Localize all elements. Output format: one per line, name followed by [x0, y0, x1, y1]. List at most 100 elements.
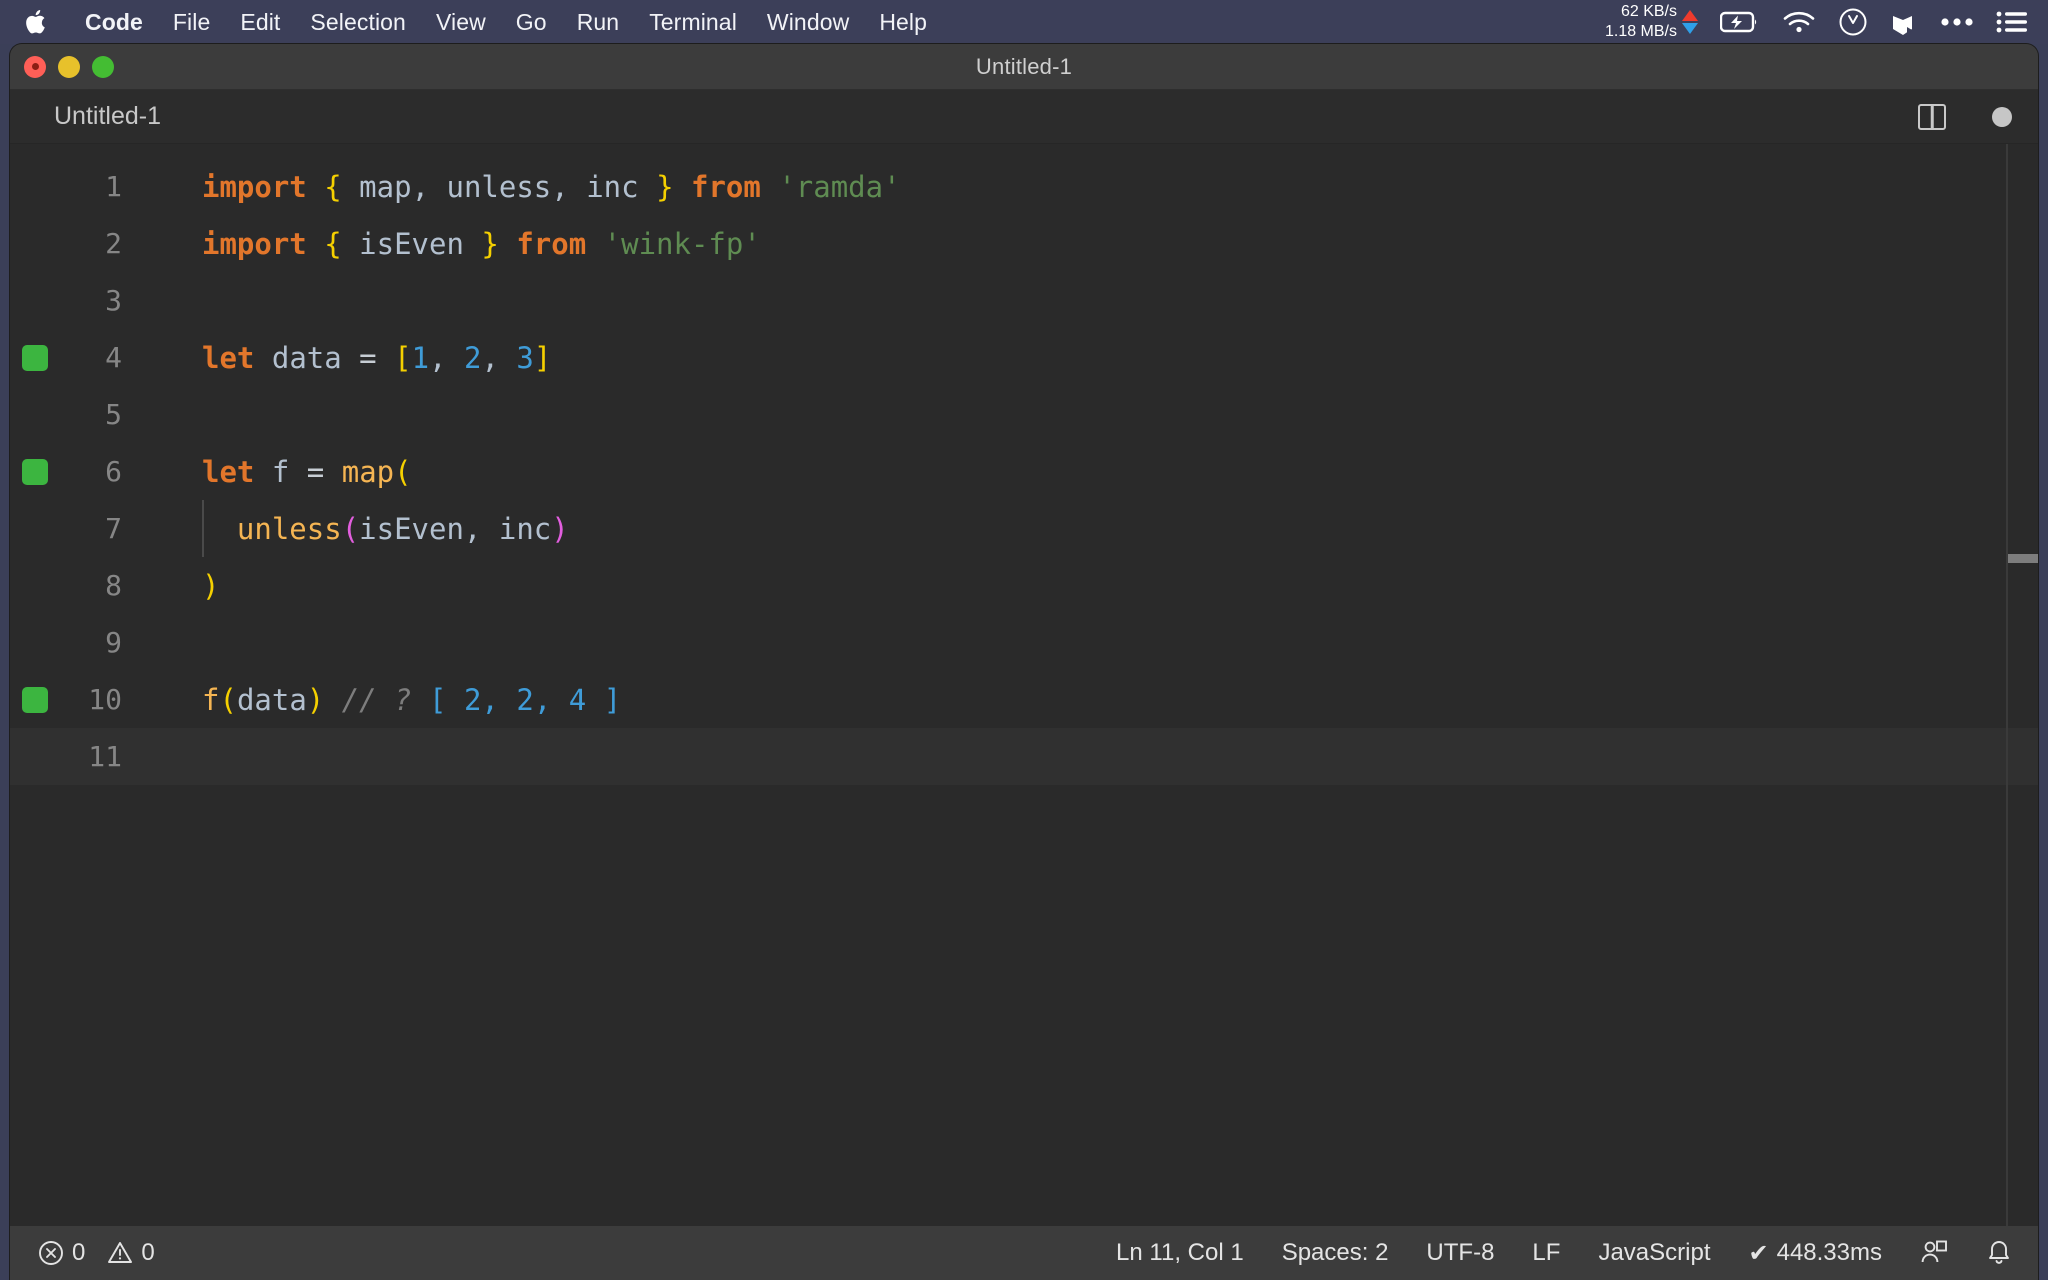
- eol-setting[interactable]: LF: [1532, 1239, 1560, 1267]
- editor-line-6[interactable]: 6 let f = map(: [10, 443, 2038, 500]
- token: 1: [411, 340, 430, 375]
- warning-icon: [108, 1242, 133, 1263]
- line-number: 1: [105, 170, 122, 203]
- error-count[interactable]: 0: [38, 1239, 85, 1267]
- live-run-marker-icon[interactable]: [22, 458, 48, 485]
- code-text[interactable]: import { isEven } from 'wink-fp': [146, 227, 2038, 261]
- token: (: [394, 454, 412, 489]
- network-speed-indicator[interactable]: 62 KB/s 1.18 MB/s: [1605, 2, 1698, 41]
- live-run-marker-icon[interactable]: [22, 344, 48, 371]
- token: from: [691, 169, 761, 204]
- menu-item-terminal[interactable]: Terminal: [634, 10, 752, 34]
- close-button[interactable]: [24, 55, 46, 78]
- editor-scrollbar-thumb[interactable]: [2008, 554, 2038, 563]
- menu-item-run[interactable]: Run: [562, 10, 635, 34]
- editor-line-11[interactable]: 11: [10, 728, 2038, 785]
- macos-menu-bar: Code File Edit Selection View Go Run Ter…: [0, 0, 2048, 44]
- menu-item-view[interactable]: View: [421, 10, 501, 34]
- editor-line-3[interactable]: 3: [10, 272, 2038, 329]
- token: 2: [516, 682, 534, 717]
- live-share-icon[interactable]: [1920, 1239, 1948, 1267]
- menu-item-file[interactable]: File: [158, 10, 225, 34]
- code-text[interactable]: let f = map(: [146, 455, 2038, 489]
- apple-logo-icon[interactable]: [22, 7, 48, 37]
- token: f: [271, 454, 290, 489]
- battery-charging-icon[interactable]: [1720, 10, 1760, 34]
- editor-line-9[interactable]: 9: [10, 614, 2038, 671]
- line-number: 5: [105, 398, 122, 431]
- code-text[interactable]: import { map, unless, inc } from 'ramda': [146, 170, 2038, 204]
- runtime-indicator[interactable]: ✔ 448.33ms: [1748, 1239, 1882, 1268]
- warning-count[interactable]: 0: [107, 1239, 155, 1267]
- editor-line-2[interactable]: 2 import { isEven } from 'wink-fp': [10, 215, 2038, 272]
- ellipsis-icon[interactable]: [1940, 16, 1974, 28]
- token: let: [202, 454, 255, 489]
- token: ,: [533, 682, 552, 717]
- token: ,: [411, 169, 430, 204]
- window-title: Untitled-1: [975, 53, 1073, 79]
- dropbox-icon[interactable]: [1890, 7, 1918, 37]
- menu-item-selection[interactable]: Selection: [295, 10, 421, 34]
- editor-line-7[interactable]: 7 unless(isEven, inc): [10, 500, 2038, 557]
- indentation-setting[interactable]: Spaces: 2: [1282, 1239, 1389, 1267]
- editor-line-5[interactable]: 5: [10, 386, 2038, 443]
- wifi-icon[interactable]: [1782, 9, 1816, 35]
- token: [: [394, 340, 412, 375]
- warning-count-value: 0: [141, 1239, 155, 1266]
- maximize-button[interactable]: [92, 55, 114, 78]
- clock-icon[interactable]: [1838, 7, 1868, 37]
- code-text[interactable]: ): [146, 569, 2038, 603]
- token: (: [219, 682, 237, 717]
- status-bar: 0 0 Ln 11, Col 1 Spaces: 2 UTF-8 LF Java…: [10, 1226, 2038, 1280]
- unsaved-dot-icon[interactable]: [1992, 106, 2012, 127]
- status-bar-left: 0 0: [38, 1239, 155, 1267]
- error-count-value: 0: [72, 1239, 86, 1266]
- code-text[interactable]: unless(isEven, inc): [146, 512, 2038, 546]
- editor-line-1[interactable]: 1 import { map, unless, inc } from 'ramda…: [10, 158, 2038, 215]
- token: 2: [463, 340, 482, 375]
- status-bar-right: Ln 11, Col 1 Spaces: 2 UTF-8 LF JavaScri…: [1116, 1239, 2012, 1268]
- line-number: 2: [105, 227, 122, 260]
- live-run-marker-icon[interactable]: [22, 686, 48, 713]
- encoding-setting[interactable]: UTF-8: [1426, 1239, 1494, 1267]
- control-center-icon[interactable]: [1996, 10, 2028, 34]
- split-editor-icon[interactable]: [1918, 103, 1946, 130]
- code-editor[interactable]: 1 import { map, unless, inc } from 'ramda…: [10, 144, 2038, 1280]
- editor-line-4[interactable]: 4 let data = [1, 2, 3]: [10, 329, 2038, 386]
- editor-line-container: 1 import { map, unless, inc } from 'ramda…: [10, 158, 2038, 785]
- minimize-button[interactable]: [58, 55, 80, 78]
- tab-untitled-1[interactable]: Untitled-1: [54, 102, 161, 131]
- runtime-check-icon: ✔: [1748, 1239, 1769, 1267]
- token: (: [341, 511, 360, 546]
- menu-item-window[interactable]: Window: [752, 10, 864, 34]
- token: }: [481, 226, 499, 261]
- token: from: [516, 226, 587, 261]
- editor-line-8[interactable]: 8): [10, 557, 2038, 614]
- bell-icon[interactable]: [1986, 1239, 2012, 1267]
- code-text[interactable]: f(data) // ? [ 2, 2, 4 ]: [146, 683, 2038, 717]
- code-text[interactable]: let data = [1, 2, 3]: [146, 341, 2038, 375]
- cursor-position[interactable]: Ln 11, Col 1: [1116, 1239, 1244, 1267]
- token: ]: [586, 682, 622, 717]
- menu-item-edit[interactable]: Edit: [225, 10, 295, 34]
- editor-line-10[interactable]: 10 f(data) // ? [ 2, 2, 4 ]: [10, 671, 2038, 728]
- language-mode[interactable]: JavaScript: [1598, 1239, 1710, 1267]
- menu-item-code[interactable]: Code: [70, 10, 158, 34]
- menu-item-go[interactable]: Go: [501, 10, 562, 34]
- token: 'ramda': [778, 169, 901, 204]
- menu-item-help[interactable]: Help: [864, 10, 942, 34]
- token: unless: [446, 169, 552, 204]
- line-number: 7: [105, 512, 122, 545]
